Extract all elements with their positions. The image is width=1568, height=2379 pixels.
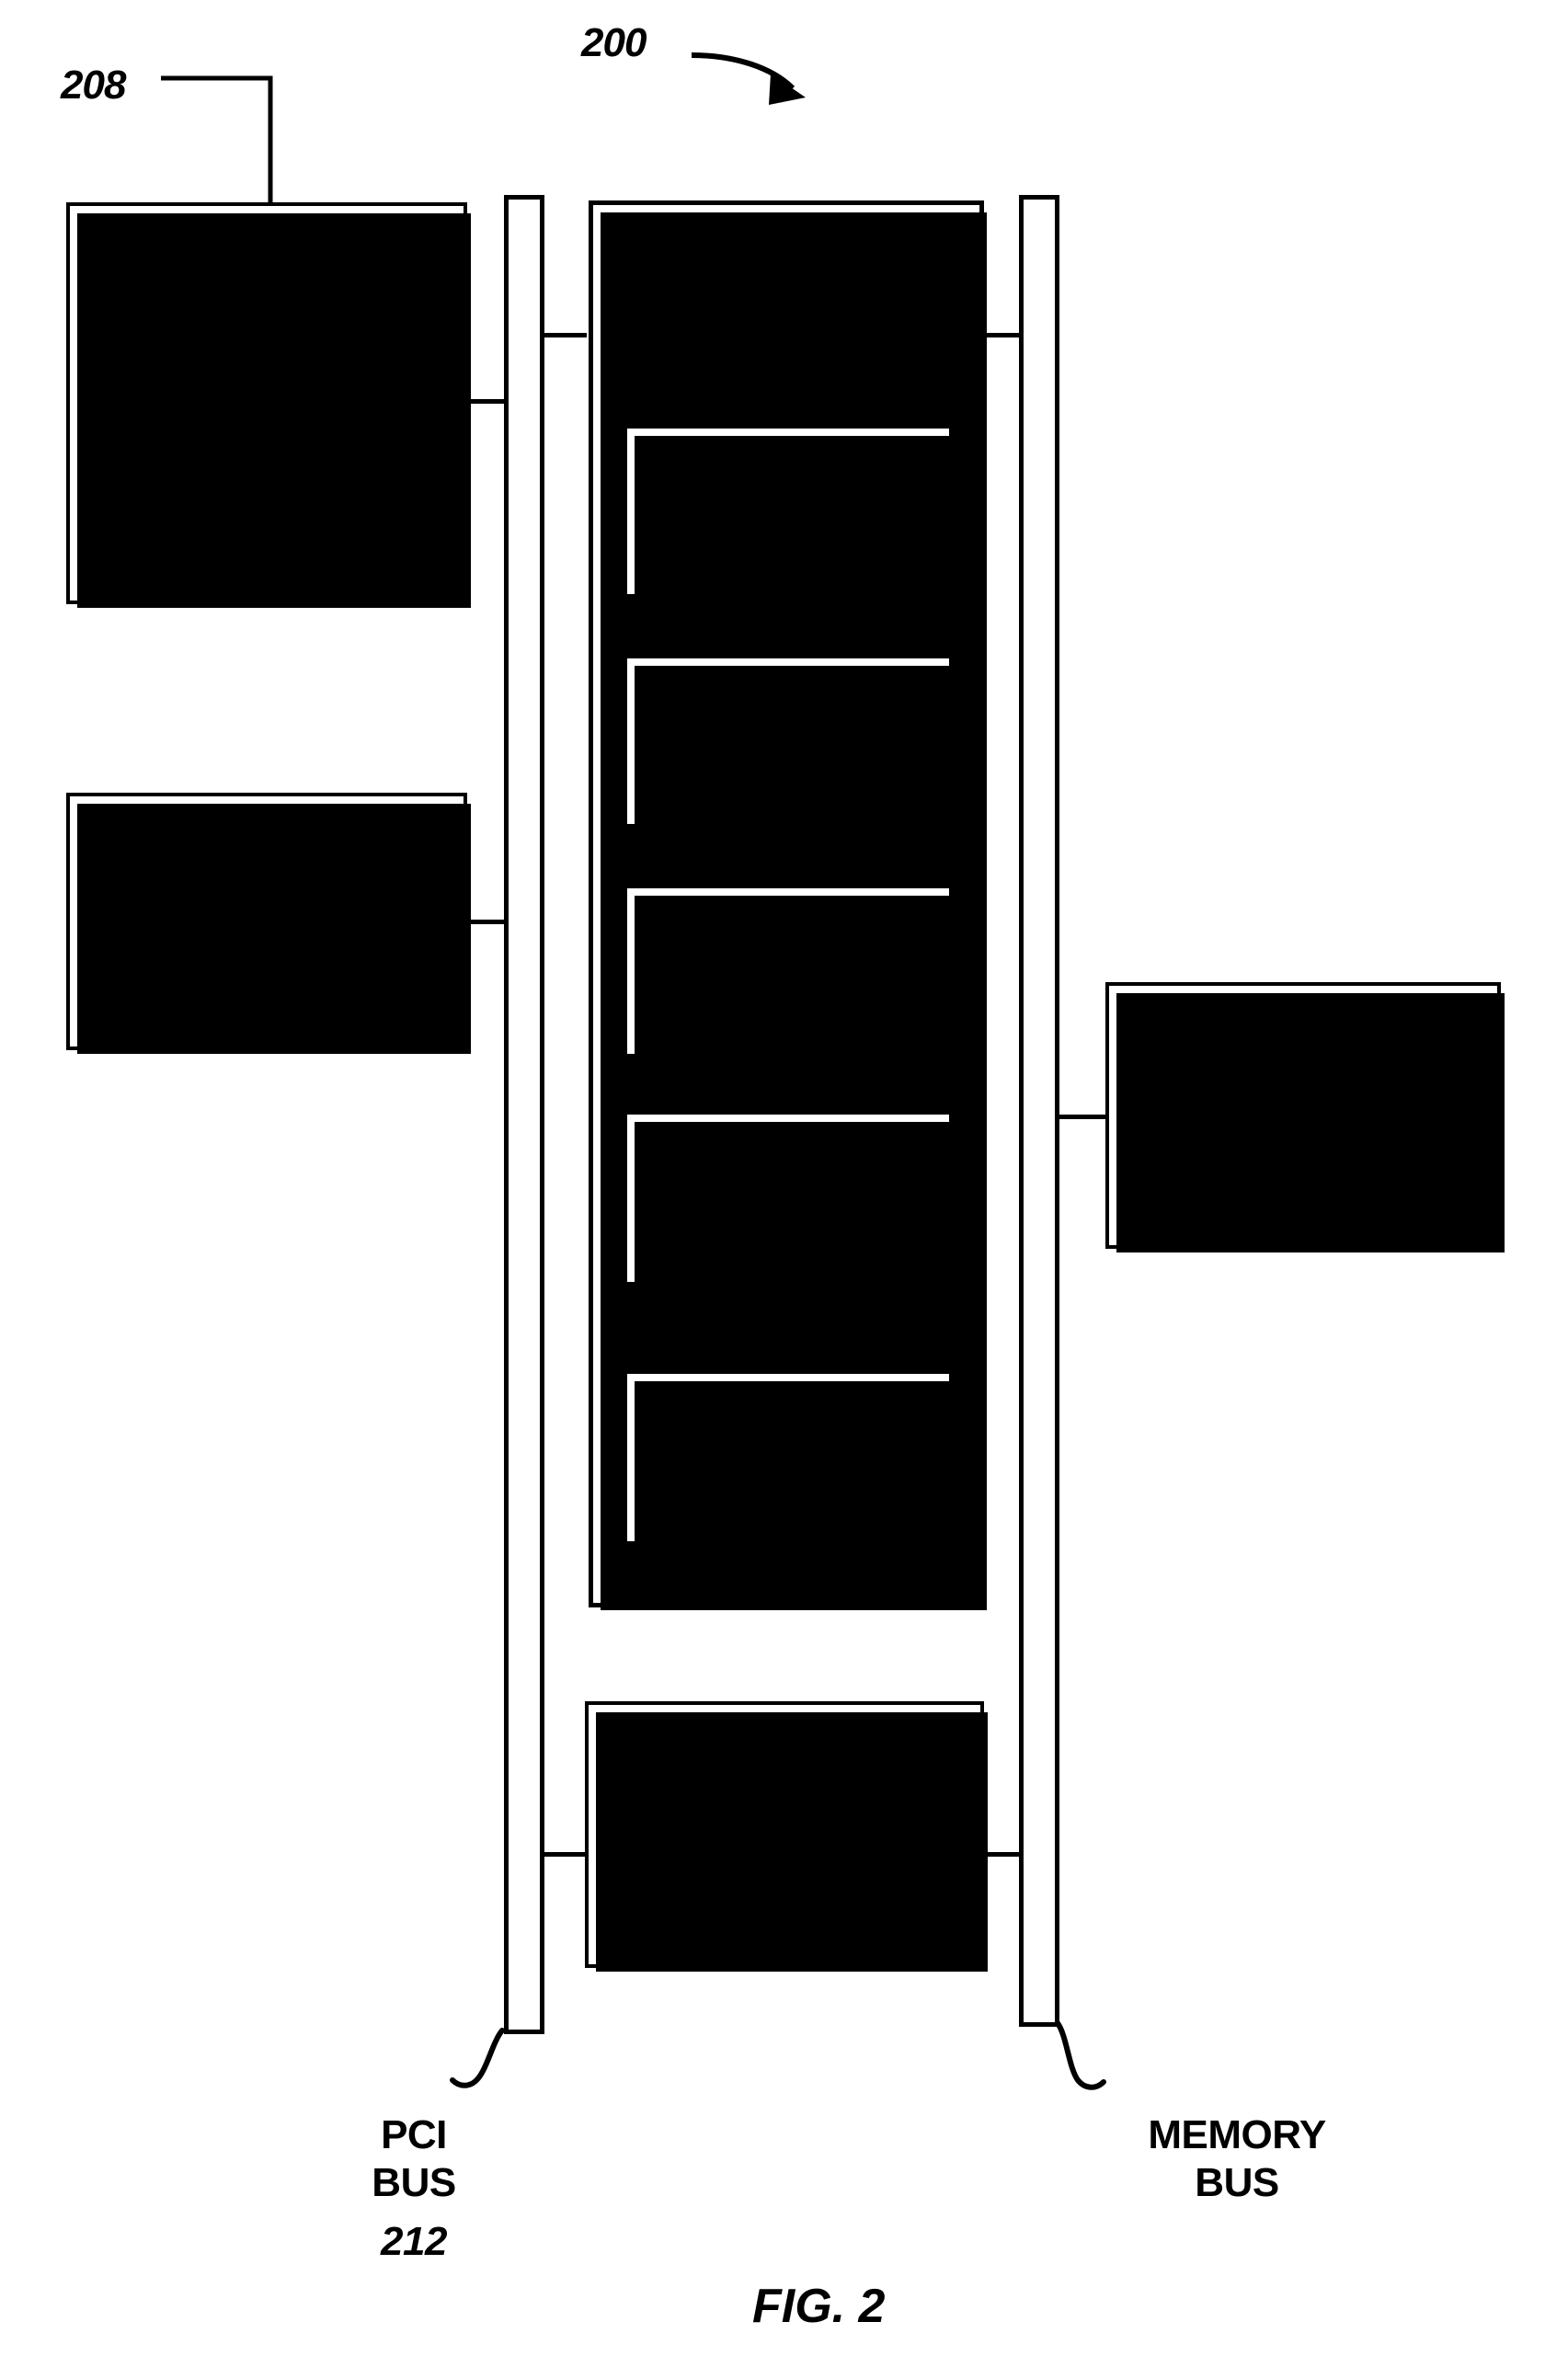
process-02-title: PROCESS 02 xyxy=(669,696,908,740)
processor-system-ref: 220 xyxy=(753,310,819,356)
communication-adapter-block[interactable]: COMMUN- ICATION ADAPTER 210 xyxy=(66,202,471,608)
callout-208-leader-line xyxy=(161,75,273,204)
pci-bus-ref: 212 xyxy=(381,2219,447,2264)
process-02-ref: 228B xyxy=(742,741,834,785)
process-03-ref: 228C xyxy=(742,971,834,1015)
kernel-ref: 228D xyxy=(742,1198,834,1242)
master-controller-ref: 214 xyxy=(234,945,300,991)
comm-memory-block[interactable]: COMM MEMORY 232 xyxy=(1105,982,1505,1252)
figure-label: FIG. 2 xyxy=(752,2280,886,2333)
comm-memory-ref: 232 xyxy=(1270,1139,1336,1185)
master-controller-block[interactable]: MASTER CONTROLLER 214 xyxy=(66,793,471,1054)
memory-bus-bar xyxy=(1019,195,1059,2027)
process-01-ref: 228A xyxy=(742,511,834,555)
callout-200-arrowhead xyxy=(769,74,806,105)
mmu-title: MMU xyxy=(742,1413,834,1457)
connector-pci-bus-to-dma-controller xyxy=(541,1852,587,1857)
pci-bus-break-squiggle xyxy=(450,2028,505,2088)
patent-figure-page: 200 208 COMMUN- ICATION ADAPTER 210 MAST… xyxy=(0,0,1568,2379)
comm-memory-title: COMM MEMORY xyxy=(1214,1045,1392,1137)
connector-pci-bus-to-processor-system xyxy=(541,333,587,337)
kernel-block[interactable]: KERNEL 228D xyxy=(624,1111,956,1289)
connector-memory-bus-to-comm-memory xyxy=(1056,1115,1107,1119)
dma-controller-ref: 222 xyxy=(751,1859,818,1904)
pci-bus-bar xyxy=(504,195,544,2034)
process-01-title: PROCESS 01 xyxy=(669,466,908,510)
dma-controller-title: DMA CONTROLLER xyxy=(646,1764,923,1856)
mmu-ref: 224 xyxy=(756,1458,820,1502)
process-03-block[interactable]: PROCESS 03 228C xyxy=(624,885,956,1061)
communication-adapter-ref: 210 xyxy=(234,450,300,496)
memory-bus-break-squiggle xyxy=(1055,2020,1106,2090)
callout-208: 208 xyxy=(61,63,126,108)
process-03-title: PROCESS 03 xyxy=(669,926,908,970)
process-01-block[interactable]: PROCESS 01 228A xyxy=(624,425,956,601)
master-controller-title: MASTER CONTROLLER xyxy=(128,851,406,943)
pci-bus-label: PCI BUS xyxy=(372,2112,456,2205)
communication-adapter-title: COMMUN- ICATION ADAPTER xyxy=(167,310,366,448)
callout-200: 200 xyxy=(581,20,647,65)
processor-system-title: PROCESSOR SYSTEM xyxy=(658,216,914,308)
callout-200-arrow-line xyxy=(691,52,795,91)
memory-bus-label: MEMORY BUS xyxy=(1148,2112,1326,2205)
dma-controller-block[interactable]: DMA CONTROLLER 222 xyxy=(585,1701,988,1972)
mmu-block[interactable]: MMU 224 xyxy=(624,1370,956,1549)
process-02-block[interactable]: PROCESS 02 228B xyxy=(624,655,956,831)
kernel-title: KERNEL xyxy=(710,1153,866,1197)
